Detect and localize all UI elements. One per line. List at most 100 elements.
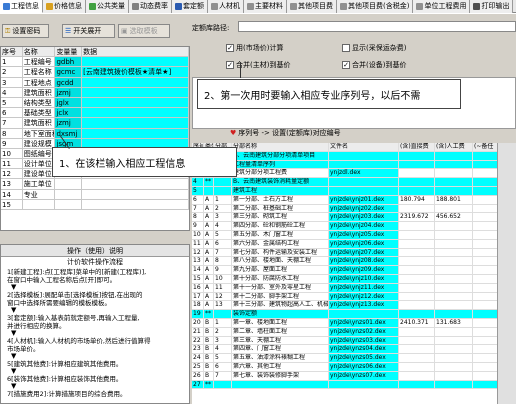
table-cell[interactable]: [云南建筑拨价模板★清单★] xyxy=(82,67,189,77)
checkbox-box[interactable]: ✓ xyxy=(342,61,350,69)
table-cell: 14 xyxy=(1,189,23,199)
table-row[interactable]: 18 A 13 第十三分部、建筑物超高人工、机械 ynjzde\ynjz13.dex xyxy=(192,301,516,311)
table-row[interactable]: 2 工程名称 gcmc [云南建筑拨价模板★清单★] xyxy=(1,67,189,78)
dingeku-path-input[interactable] xyxy=(238,21,516,32)
table-cell[interactable] xyxy=(82,118,189,128)
table-cell: 第十分部、防腐防水工程 xyxy=(232,274,329,283)
table-cell[interactable] xyxy=(82,87,189,97)
checkbox-box[interactable]: ✓ xyxy=(226,61,234,69)
option-checkbox[interactable]: 显示(采保运杂费) xyxy=(342,43,406,53)
table-row[interactable]: 8 A 3 第三分部、砌筑工程 ynjzde\ynjz03.dex 2319.672 456… xyxy=(192,213,516,223)
table-row[interactable]: 7 A 2 第二分部、桩基础工程 ynjzde\ynjz02.dex xyxy=(192,204,516,214)
tab-bar: 工程信息 价格信息 公共类量 动态费率 套定额 人材机 主要材料 其他项目费 其他项目费(含税金… xyxy=(0,0,516,13)
table-cell: 3 xyxy=(214,336,232,345)
table-row[interactable]: 3建筑分部分项工程费ynjzdl.dex xyxy=(192,169,516,179)
table-cell: B xyxy=(204,371,214,380)
table-row[interactable]: 12 A 7 第七分部、构件运输及安装工程 ynjzde\ynjz07.dex xyxy=(192,248,516,258)
table-row[interactable]: 21 B 2 第二章、墙柱面工程 ynjzde\ynzs02.dex xyxy=(192,327,516,337)
table-cell: 11 xyxy=(1,159,23,169)
tab-3[interactable]: 动态费率 xyxy=(129,0,172,13)
table-row[interactable]: 24 B 5 第五章、油漆涂料裱糊工程 ynjzde\ynzs05.dex xyxy=(192,354,516,363)
table-row[interactable]: 6 基础类型 jclx xyxy=(1,108,189,119)
table-cell[interactable] xyxy=(82,199,189,209)
table-cell: 2319.672 xyxy=(399,213,435,222)
table-cell xyxy=(232,380,329,389)
table-row[interactable]: 8 地下室面积 dxsmj xyxy=(1,128,189,139)
tab-label: 动态费率 xyxy=(140,2,168,10)
table-cell: 19 xyxy=(192,310,204,318)
table-row[interactable]: 16 A 11 第十一分部、室外及零星工程 ynjzde\ynjz11.dex xyxy=(192,283,516,293)
table-cell[interactable] xyxy=(82,179,189,189)
table-header: 序号 名称 变量量 数据 xyxy=(1,47,189,58)
table-row[interactable]: 1 工程编号 gdbh xyxy=(1,57,189,68)
table-cell xyxy=(329,186,399,195)
table-row[interactable]: 22 B 3 第三章、天棚工程 ynjzde\ynzs03.dex xyxy=(192,336,516,346)
option-checkbox[interactable]: ✓ 用(市场价)计算 xyxy=(226,43,283,53)
table-row[interactable]: 4 ** B、云南建筑装饰消耗量定额 xyxy=(192,178,516,187)
table-row[interactable]: 1**A、云南建筑分部分项清单项目 xyxy=(192,151,516,161)
table-row[interactable]: 26 B 7 第七章、装饰装修脚手架 ynjzde\ynzs07.dex xyxy=(192,371,516,381)
table-row[interactable]: 14 专业 xyxy=(1,189,189,200)
tab-4[interactable]: 套定额 xyxy=(172,0,208,13)
table-row[interactable]: 5 结构类型 jglx xyxy=(1,97,189,109)
option-checkbox[interactable]: ✓ 合并(主材)到基价 xyxy=(226,60,290,70)
table-row[interactable]: 15 A 10 第十分部、防腐防水工程 ynjzde\ynjz10.dex xyxy=(192,274,516,284)
tab-label: 单位工程费用 xyxy=(424,2,467,10)
tab-0[interactable]: 工程信息 xyxy=(0,0,43,13)
table-cell: A xyxy=(204,222,214,230)
table-cell[interactable] xyxy=(82,57,189,67)
tab-7[interactable]: 其他项目费 xyxy=(287,0,337,13)
tab-2[interactable]: 公共类量 xyxy=(86,0,129,13)
table-row[interactable]: 11 A 6 第六分部、金属结构工程 ynjzde\ynjz06.dex xyxy=(192,239,516,249)
table-cell: 4 xyxy=(214,222,232,230)
table-row[interactable]: 3 工程地点 gcdd xyxy=(1,77,189,88)
table-row[interactable]: 13 施工单位 xyxy=(1,179,189,190)
table-row[interactable]: 25 B 6 第六章、其他工程 ynjzde\ynzs06.dex xyxy=(192,362,516,372)
table-row[interactable]: 27 ** xyxy=(192,380,516,390)
table-row[interactable]: 10 A 5 第五分部、木门窗工程 ynjzde\ynjz05.dex xyxy=(192,230,516,240)
table-row[interactable]: 4 建筑面积 jzmj xyxy=(1,87,189,98)
tab-10[interactable]: 打印输出 xyxy=(470,0,514,13)
tab-8[interactable]: 其他项目费(含税金) xyxy=(337,0,414,13)
tab-1[interactable]: 价格信息 xyxy=(43,0,86,13)
table-row[interactable]: 14 A 9 第九分部、屋面工程 ynjzde\ynjz09.dex xyxy=(192,266,516,275)
option-checkbox[interactable]: ✓ 合并(设备)到基价 xyxy=(342,60,406,70)
tab-label: 其他项目费(含税金) xyxy=(348,2,410,10)
set-password-button[interactable]: ⚿ 设置密码 xyxy=(2,24,49,38)
vertical-scrollbar[interactable] xyxy=(497,143,516,404)
table-row[interactable]: 6 A 1 第一分部、土石方工程 ynjzde\ynjz01.dex 180.794 188… xyxy=(192,195,516,205)
table-cell[interactable] xyxy=(82,77,189,87)
checkbox-label: 显示(采保运杂费) xyxy=(352,44,407,52)
table-cell: 第六分部、金属结构工程 xyxy=(232,239,329,248)
table-row[interactable]: 15 xyxy=(1,199,189,210)
table-cell: 131.683 xyxy=(435,318,473,327)
table-row[interactable]: 23 B 4 第四章、门窗工程 ynjzde\ynzs04.dex xyxy=(192,345,516,355)
table-cell[interactable] xyxy=(82,189,189,199)
table-row[interactable]: 2工程量清单序列 xyxy=(192,160,516,170)
table-row[interactable]: 19 ** 装饰定额 xyxy=(192,310,516,319)
table-row[interactable]: 17 A 12 第十二分部、脚手架工程 ynjzde\ynjz12.dex xyxy=(192,292,516,302)
table-cell[interactable] xyxy=(82,97,189,108)
table-row[interactable]: 7 建筑面积 jzmj xyxy=(1,118,189,129)
tab-9[interactable]: 单位工程费用 xyxy=(413,0,471,13)
table-cell: A xyxy=(204,230,214,239)
table-row[interactable]: 20 B 1 第一章、楼地面工程 ynjzde\ynzs01.dex 2410.371 13… xyxy=(192,318,516,328)
tab-6[interactable]: 主要材料 xyxy=(244,0,287,13)
table-cell[interactable] xyxy=(82,128,189,138)
table-row[interactable]: 5 建筑工程 xyxy=(192,186,516,196)
table-cell[interactable] xyxy=(82,108,189,118)
instructions-subtitle: 计价软件操作流程 xyxy=(67,258,123,266)
checkbox-box[interactable] xyxy=(342,44,350,52)
table-cell: A xyxy=(204,204,214,213)
table-cell xyxy=(435,266,473,274)
table-row[interactable]: 9 A 4 第四分部、砼和钢筋砼工程 ynjzde\ynjz04.dex xyxy=(192,222,516,231)
table-cell xyxy=(435,257,473,266)
expand-collapse-button[interactable]: ☰ 开关展开 xyxy=(62,24,115,38)
table-cell: 3 xyxy=(214,213,232,222)
tab-5[interactable]: 人材机 xyxy=(208,0,244,13)
select-template-button[interactable]: ▣ 选取模板 xyxy=(118,24,170,38)
checkbox-box[interactable]: ✓ xyxy=(226,44,234,52)
table-cell xyxy=(329,151,399,160)
table-cell: 456.652 xyxy=(435,213,473,222)
table-row[interactable]: 13 A 8 第八分部、楼地面、天棚工程 ynjzde\ynjz08.dex xyxy=(192,257,516,267)
